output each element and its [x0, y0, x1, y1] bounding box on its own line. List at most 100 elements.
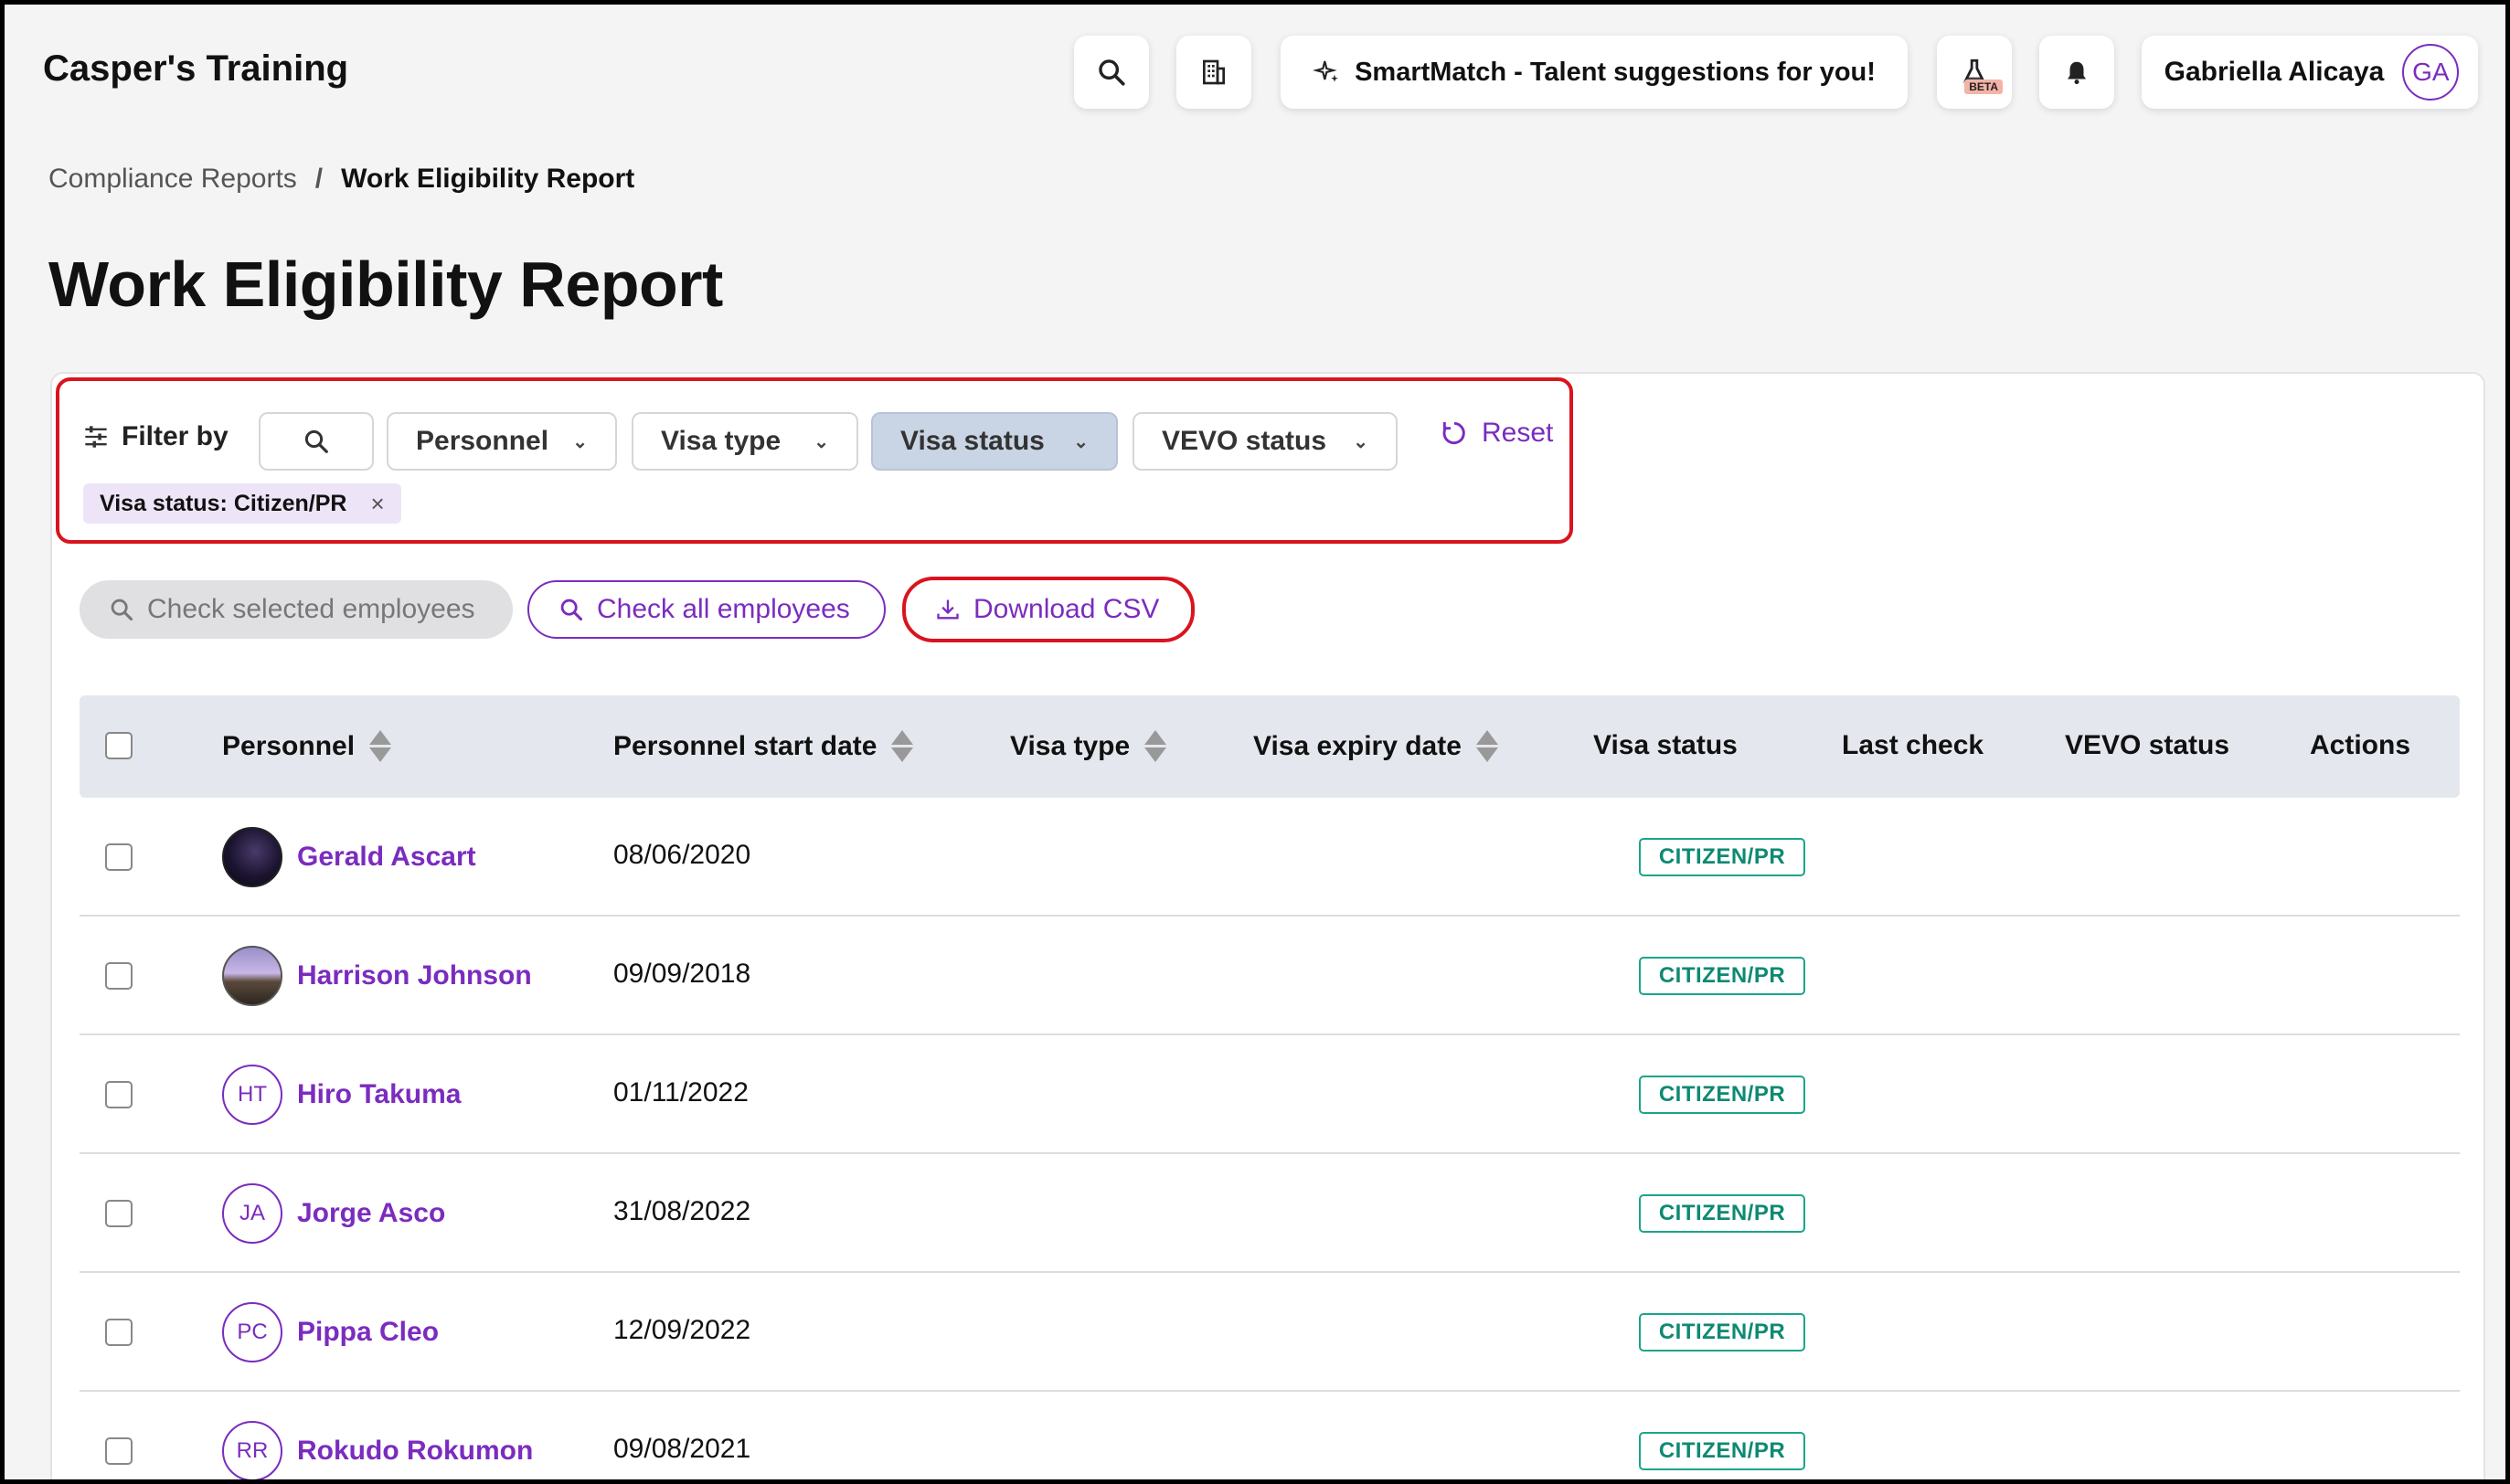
download-icon [937, 599, 959, 620]
row-checkbox[interactable] [105, 1200, 133, 1227]
bell-icon [2068, 61, 2086, 85]
avatar: JA [222, 1183, 282, 1244]
filter-visa-type-label: Visa type [661, 426, 782, 456]
start-date-cell: 31/08/2022 [613, 1196, 751, 1226]
column-vevo-status: VEVO status [2065, 730, 2230, 760]
start-date-cell: 09/08/2021 [613, 1434, 751, 1464]
report-card: Filter by Personnel ⌄ Visa type ⌄ Visa s… [50, 372, 2485, 1479]
filter-personnel-dropdown[interactable]: Personnel ⌄ [387, 412, 617, 471]
row-checkbox[interactable] [105, 843, 133, 871]
table-row: Harrison Johnson 09/09/2018 CITIZEN/PR [80, 917, 2460, 1035]
table-row: HT Hiro Takuma 01/11/2022 CITIZEN/PR [80, 1035, 2460, 1154]
sliders-icon [85, 426, 107, 448]
sort-icon [1144, 730, 1167, 762]
column-visa-expiry-label: Visa expiry date [1253, 730, 1462, 761]
sort-icon [1475, 730, 1498, 762]
user-avatar: GA [2402, 44, 2460, 101]
row-checkbox[interactable] [105, 1081, 133, 1108]
status-badge: CITIZEN/PR [1639, 838, 1805, 876]
breadcrumb-parent-link[interactable]: Compliance Reports [48, 164, 297, 195]
chevron-down-icon: ⌄ [572, 431, 588, 452]
row-checkbox[interactable] [105, 1437, 133, 1465]
personnel-name-link[interactable]: Pippa Cleo [297, 1317, 439, 1348]
reset-label: Reset [1482, 418, 1554, 448]
search-icon [560, 599, 583, 621]
app-window: Casper's Training SmartMatch - Talent su… [0, 0, 2510, 1484]
search-icon [304, 429, 328, 453]
user-menu-button[interactable]: Gabriella Alicaya GA [2142, 36, 2478, 109]
personnel-name-link[interactable]: Gerald Ascart [297, 842, 476, 873]
table-row: RR Rokudo Rokumon 09/08/2021 CITIZEN/PR [80, 1392, 2460, 1479]
personnel-cell: Gerald Ascart [222, 827, 476, 887]
column-personnel-label: Personnel [222, 730, 356, 761]
check-selected-label: Check selected employees [147, 594, 475, 624]
reset-filters-button[interactable]: Reset [1440, 418, 1553, 449]
column-start-date-label: Personnel start date [613, 730, 877, 761]
start-date-cell: 12/09/2022 [613, 1315, 751, 1345]
personnel-cell: JA Jorge Asco [222, 1183, 445, 1244]
app-title: Casper's Training [43, 48, 349, 89]
column-visa-status: Visa status [1593, 730, 1738, 760]
beta-badge: BETA [1964, 80, 2003, 94]
building-icon [1203, 59, 1225, 85]
notifications-button[interactable] [2039, 36, 2114, 109]
check-all-employees-button[interactable]: Check all employees [527, 580, 886, 639]
chevron-down-icon: ⌄ [1353, 431, 1368, 452]
table-row: Gerald Ascart 08/06/2020 CITIZEN/PR [80, 798, 2460, 917]
chevron-down-icon: ⌄ [1073, 431, 1089, 452]
avatar [222, 946, 282, 1006]
sparkle-icon [1313, 60, 1339, 82]
check-selected-employees-button[interactable]: Check selected employees [80, 580, 513, 639]
sort-icon [369, 730, 392, 762]
filter-visa-status-dropdown[interactable]: Visa status ⌄ [871, 412, 1118, 471]
download-csv-button[interactable]: Download CSV [902, 577, 1195, 642]
refresh-icon [1442, 421, 1465, 445]
personnel-cell: PC Pippa Cleo [222, 1302, 439, 1362]
select-all-checkbox[interactable] [105, 732, 133, 759]
personnel-cell: HT Hiro Takuma [222, 1065, 462, 1125]
table-header: Personnel Personnel start date Visa type… [80, 695, 2460, 798]
active-filter-chip: Visa status: Citizen/PR × [83, 483, 401, 524]
download-csv-label: Download CSV [973, 594, 1160, 624]
active-filter-chip-label: Visa status: Citizen/PR [100, 490, 347, 516]
close-icon[interactable]: × [370, 490, 384, 518]
personnel-cell: Harrison Johnson [222, 946, 532, 1006]
chevron-down-icon: ⌄ [814, 431, 829, 452]
global-search-button[interactable] [1074, 36, 1149, 109]
column-visa-type-label: Visa type [1010, 730, 1131, 761]
row-checkbox[interactable] [105, 962, 133, 990]
table-row: JA Jorge Asco 31/08/2022 CITIZEN/PR [80, 1154, 2460, 1273]
column-visa-type[interactable]: Visa type [1010, 730, 1167, 762]
column-personnel[interactable]: Personnel [222, 730, 392, 762]
labs-beta-button[interactable]: BETA [1937, 36, 2012, 109]
filter-visa-type-dropdown[interactable]: Visa type ⌄ [632, 412, 858, 471]
column-visa-expiry[interactable]: Visa expiry date [1253, 730, 1498, 762]
filter-search-button[interactable] [259, 412, 374, 471]
column-actions: Actions [2310, 730, 2411, 760]
filter-by-text: Filter by [122, 421, 229, 451]
personnel-name-link[interactable]: Hiro Takuma [297, 1079, 462, 1110]
filter-vevo-status-label: VEVO status [1162, 426, 1327, 456]
breadcrumb-current: Work Eligibility Report [341, 164, 635, 194]
avatar: RR [222, 1421, 282, 1479]
filter-vevo-status-dropdown[interactable]: VEVO status ⌄ [1133, 412, 1398, 471]
status-badge: CITIZEN/PR [1639, 957, 1805, 995]
filter-visa-status-label: Visa status [900, 426, 1045, 456]
personnel-name-link[interactable]: Rokudo Rokumon [297, 1436, 533, 1467]
smartmatch-button[interactable]: SmartMatch - Talent suggestions for you! [1281, 36, 1908, 109]
status-badge: CITIZEN/PR [1639, 1076, 1805, 1114]
filter-bar-highlight: Filter by Personnel ⌄ Visa type ⌄ Visa s… [56, 377, 1573, 544]
breadcrumb: Compliance Reports / Work Eligibility Re… [48, 164, 634, 195]
start-date-cell: 01/11/2022 [613, 1077, 749, 1108]
status-badge: CITIZEN/PR [1639, 1313, 1805, 1352]
search-icon [111, 599, 133, 621]
status-badge: CITIZEN/PR [1639, 1432, 1805, 1470]
organisation-button[interactable] [1176, 36, 1251, 109]
column-start-date[interactable]: Personnel start date [613, 730, 914, 762]
personnel-cell: RR Rokudo Rokumon [222, 1421, 533, 1479]
row-checkbox[interactable] [105, 1319, 133, 1346]
personnel-name-link[interactable]: Harrison Johnson [297, 960, 532, 991]
avatar: PC [222, 1302, 282, 1362]
sort-icon [891, 730, 914, 762]
personnel-name-link[interactable]: Jorge Asco [297, 1198, 445, 1229]
